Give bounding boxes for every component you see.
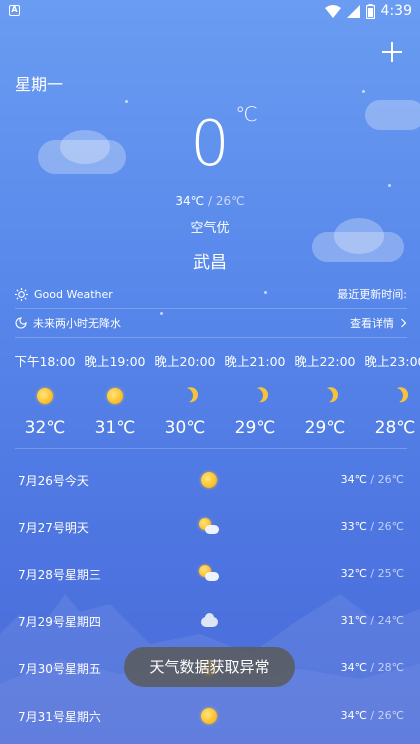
hourly-temp: 31℃	[94, 418, 136, 438]
status-right: 4:39	[324, 2, 412, 20]
moon-icon	[245, 386, 265, 406]
sun-icon	[199, 470, 219, 490]
partly-cloudy-icon	[199, 564, 219, 584]
daily-low: 26℃	[377, 709, 404, 722]
divider	[15, 337, 407, 338]
daily-temp: 34℃ / 26℃	[340, 709, 404, 722]
app-notification-icon: A	[9, 5, 20, 16]
daily-low: 26℃	[377, 473, 404, 486]
daily-temp: 33℃ / 26℃	[340, 520, 404, 533]
background-star	[125, 100, 128, 103]
city-name[interactable]: 武昌	[0, 248, 420, 273]
daily-high: 31℃	[340, 614, 367, 627]
background-star	[388, 184, 391, 187]
daily-row[interactable]: 7月27号明天 33℃ / 26℃	[0, 511, 420, 545]
daily-date: 7月29号星期四	[18, 615, 101, 629]
divider	[15, 448, 407, 449]
hourly-time: 晚上19:00	[84, 354, 146, 369]
weekday-label: 星期一	[15, 75, 64, 94]
hourly-item: 晚上23:00 28℃	[360, 352, 420, 440]
daily-temp: 34℃ / 28℃	[340, 661, 404, 674]
daily-row[interactable]: 7月26号今天 34℃ / 26℃	[0, 464, 420, 498]
moon-icon	[175, 386, 195, 406]
view-details-link[interactable]: 查看详情	[350, 315, 407, 331]
hourly-temp: 30℃	[164, 418, 206, 438]
current-temperature: 0 ℃	[0, 102, 420, 184]
sun-icon	[199, 706, 219, 726]
add-city-button[interactable]	[378, 38, 406, 66]
daily-date: 7月26号今天	[18, 474, 89, 488]
hourly-item: 晚上22:00 29℃	[290, 352, 360, 440]
background-star	[362, 90, 365, 93]
precipitation-row: 未来两小时无降水 查看详情	[15, 311, 407, 335]
daily-row[interactable]: 7月29号星期四 31℃ / 24℃	[0, 605, 420, 639]
chevron-right-icon	[401, 318, 407, 328]
daily-temp: 31℃ / 24℃	[340, 614, 404, 627]
partly-cloudy-icon	[199, 517, 219, 537]
precipitation-forecast: 未来两小时无降水	[33, 317, 121, 330]
battery-icon	[365, 3, 375, 19]
hourly-temp: 32℃	[24, 418, 66, 438]
status-bar: A 4:39	[0, 0, 420, 22]
update-time-label: 最近更新时间:	[337, 288, 407, 301]
moon-icon	[385, 386, 405, 406]
daily-high: 34℃	[340, 473, 367, 486]
daily-high: 34℃	[340, 661, 367, 674]
hourly-item: 晚上21:00 29℃	[220, 352, 290, 440]
temperature-low: 26℃	[215, 194, 245, 208]
daily-temp: 34℃ / 26℃	[340, 473, 404, 486]
status-time: 4:39	[380, 3, 412, 19]
daily-low: 26℃	[377, 520, 404, 533]
daily-row[interactable]: 7月31号星期六 34℃ / 26℃	[0, 700, 420, 734]
hourly-item: 晚上20:00 30℃	[150, 352, 220, 440]
precipitation-icon	[15, 317, 27, 329]
weather-description: Good Weather	[34, 287, 113, 301]
sun-icon	[35, 386, 55, 406]
hourly-time: 下午18:00	[14, 354, 76, 369]
sun-icon	[105, 386, 125, 406]
divider	[15, 308, 407, 309]
air-quality: 空气优	[190, 221, 230, 236]
weather-info-row: Good Weather 最近更新时间:	[15, 282, 407, 306]
signal-icon	[346, 4, 360, 18]
daily-low: 24℃	[377, 614, 404, 627]
daily-temp: 32℃ / 25℃	[340, 567, 404, 580]
daily-date: 7月30号星期五	[18, 662, 101, 676]
hourly-item: 晚上19:00 31℃	[80, 352, 150, 440]
current-temperature-value: 0	[190, 107, 230, 180]
daily-date: 7月27号明天	[18, 521, 89, 535]
view-details-label: 查看详情	[350, 317, 394, 330]
hourly-item: 下午18:00 32℃	[10, 352, 80, 440]
daily-high: 33℃	[340, 520, 367, 533]
hourly-temp: 28℃	[374, 418, 416, 438]
hourly-temp: 29℃	[304, 418, 346, 438]
cloudy-icon	[199, 611, 219, 631]
daily-low: 28℃	[377, 661, 404, 674]
daily-high: 34℃	[340, 709, 367, 722]
error-toast: 天气数据获取异常	[124, 647, 295, 687]
daily-high: 32℃	[340, 567, 367, 580]
temperature-range: 34℃ / 26℃	[175, 194, 245, 208]
hourly-temp: 29℃	[234, 418, 276, 438]
hourly-time: 晚上22:00	[294, 354, 356, 369]
wifi-icon	[324, 4, 341, 18]
hourly-time: 晚上20:00	[154, 354, 216, 369]
hourly-time: 晚上21:00	[224, 354, 286, 369]
daily-date: 7月28号星期三	[18, 568, 101, 582]
daily-low: 25℃	[377, 567, 404, 580]
temperature-high: 34℃	[175, 194, 205, 208]
daily-date: 7月31号星期六	[18, 710, 101, 724]
hourly-time: 晚上23:00	[364, 354, 420, 369]
moon-icon	[315, 386, 335, 406]
hourly-forecast[interactable]: 下午18:00 32℃ 晚上19:00 31℃ 晚上20:00 30℃ 晚上21…	[0, 352, 420, 442]
temperature-unit: ℃	[235, 102, 258, 126]
daily-row[interactable]: 7月28号星期三 32℃ / 25℃	[0, 558, 420, 592]
sun-outline-icon	[15, 287, 28, 301]
